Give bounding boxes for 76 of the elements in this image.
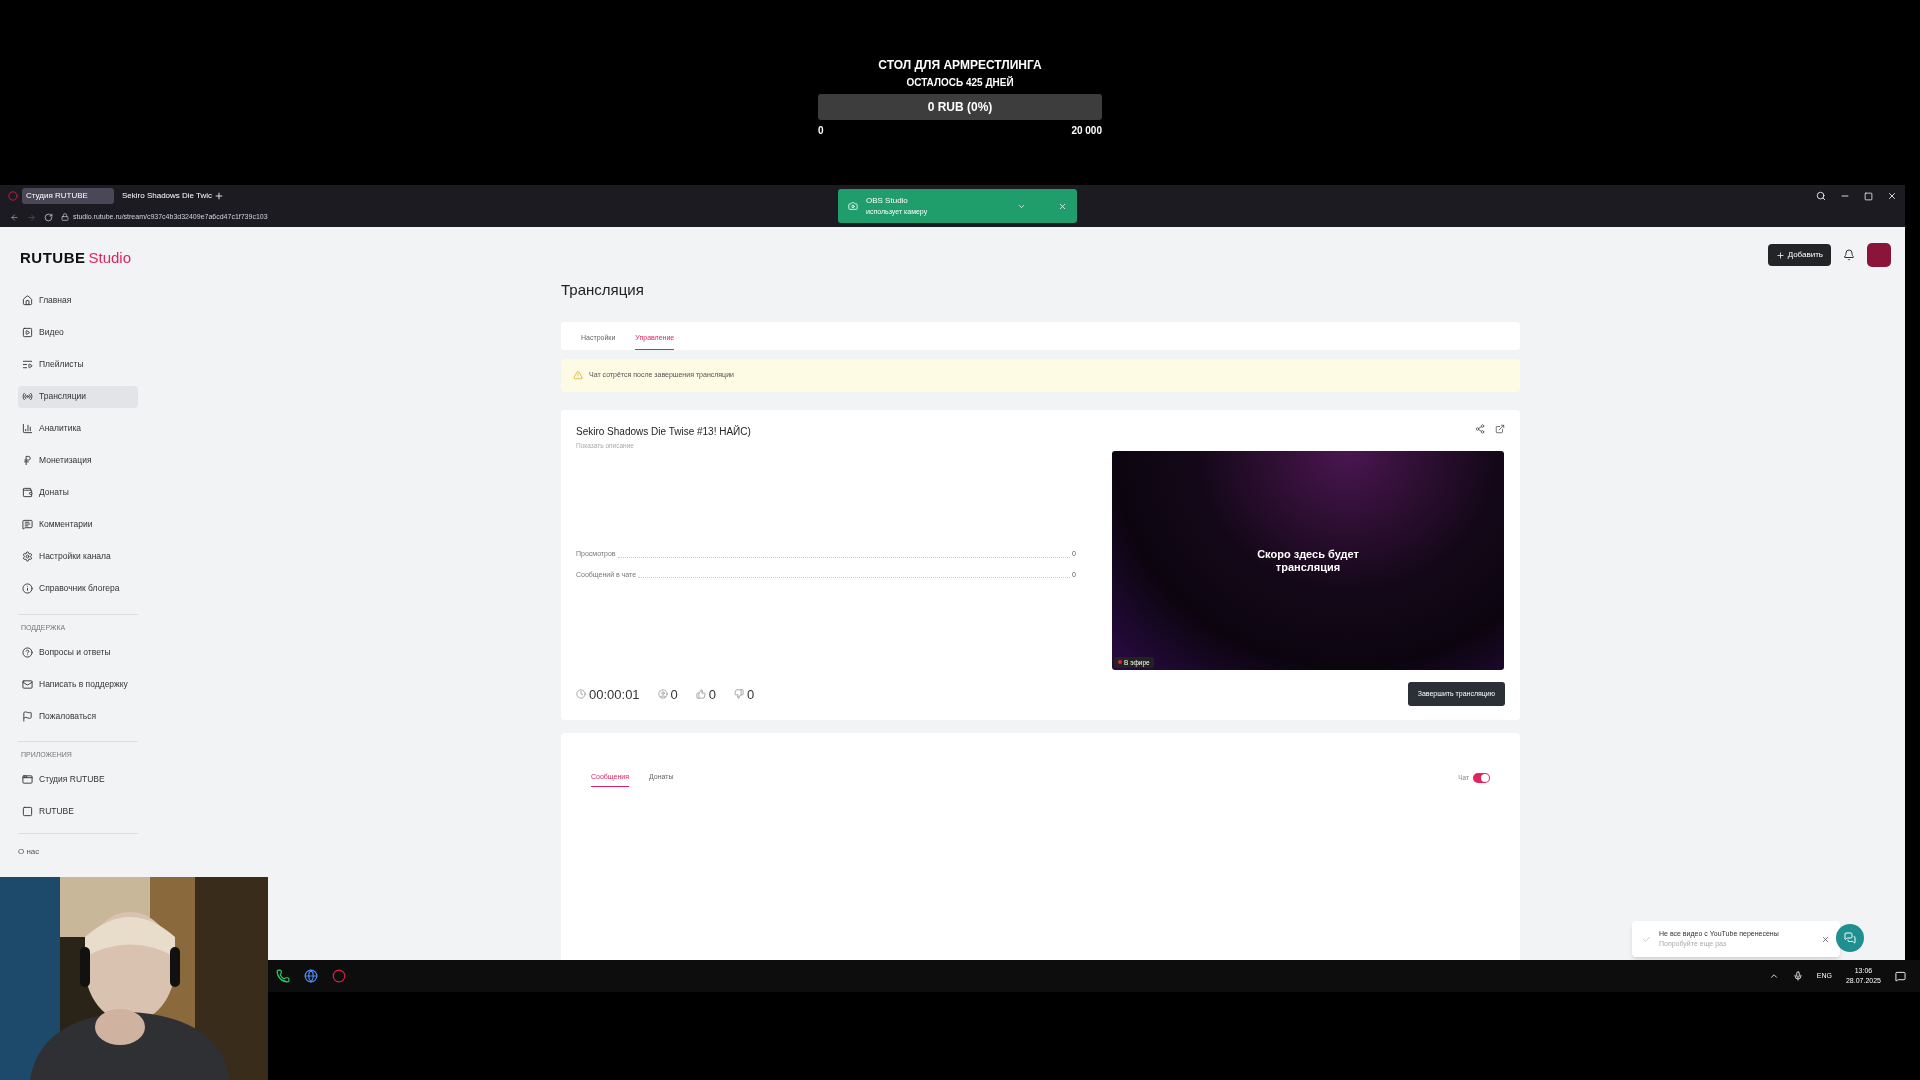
sidebar-item[interactable]: Аналитика	[18, 417, 138, 440]
plus-icon	[1775, 250, 1785, 260]
nav-icon	[22, 774, 33, 785]
nav-icon	[22, 583, 33, 594]
metric-value: 0	[747, 685, 755, 704]
notifications-icon[interactable]	[1895, 970, 1906, 982]
add-button[interactable]: Добавить	[1767, 244, 1831, 266]
nav-icon	[22, 519, 33, 530]
sidebar-item[interactable]: Трансляции	[18, 385, 138, 408]
chat-icon	[1844, 932, 1856, 944]
nav-icon	[22, 423, 33, 434]
new-tab-icon[interactable]	[214, 191, 224, 201]
maximize-icon[interactable]	[1864, 191, 1873, 201]
sidebar-item[interactable]: Настройки канала	[18, 545, 138, 568]
clock-icon	[576, 689, 586, 700]
nav-icon	[22, 806, 33, 817]
messenger-icon[interactable]	[276, 969, 290, 983]
preview-text: Скоро здесь будет трансляция	[1256, 547, 1360, 574]
external-link-icon[interactable]	[1495, 423, 1505, 434]
nav-icon	[22, 710, 33, 722]
goal-title: СТОЛ ДЛЯ АРМРЕСТЛИНГА	[878, 57, 1042, 74]
close-icon[interactable]	[1887, 191, 1897, 201]
nav-icon	[22, 487, 33, 498]
check-icon	[1642, 934, 1651, 944]
avatar[interactable]	[1867, 243, 1891, 267]
microphone-icon[interactable]	[1792, 971, 1803, 981]
goal-subtitle: ОСТАЛОСЬ 425 ДНЕЙ	[906, 75, 1014, 90]
sidebar-item[interactable]: Справочник блогера	[18, 577, 138, 600]
nav-icon	[22, 391, 33, 402]
logo-studio[interactable]: Studio	[88, 247, 132, 270]
about-link[interactable]: О нас	[18, 846, 40, 856]
logo-wordmark[interactable]: RUTUBE	[20, 247, 86, 270]
browser-tab[interactable]: Sekiro Shadows Die Twic	[118, 188, 210, 204]
nav-icon	[22, 455, 33, 466]
sidebar-item[interactable]: Студия RUTUBE	[18, 768, 138, 791]
browser-icon[interactable]	[332, 969, 346, 983]
thumbs-down-icon	[734, 689, 745, 700]
nav-icon	[22, 551, 33, 562]
sidebar-item[interactable]: Видео	[18, 321, 138, 344]
metric-value: 00:00:01	[589, 685, 640, 704]
nav-icon	[22, 327, 33, 338]
sidebar-item[interactable]: Плейлисты	[18, 353, 138, 376]
chat-toggle[interactable]	[1473, 772, 1490, 783]
metric-value: 0	[670, 685, 678, 704]
reload-icon[interactable]	[44, 212, 53, 222]
thumbs-up-icon	[695, 689, 706, 700]
sidebar-item[interactable]: Главная	[18, 289, 138, 312]
goal-max: 20 000	[1071, 124, 1102, 138]
sidebar-item[interactable]: Монетизация	[18, 449, 138, 472]
page-title: Трансляция	[561, 280, 645, 300]
sidebar-item[interactable]: Написать в поддержку	[18, 673, 138, 695]
sidebar-item[interactable]: Пожаловаться	[18, 705, 138, 727]
nav-icon	[22, 295, 33, 306]
share-icon[interactable]	[1475, 423, 1485, 434]
notification-title: OBS Studio	[866, 194, 909, 207]
nav-icon	[22, 359, 33, 370]
back-icon[interactable]	[10, 212, 19, 222]
metric-value: 0	[708, 685, 717, 704]
browser-tab[interactable]: Студия RUTUBE	[22, 188, 114, 204]
sidebar-item[interactable]: Донаты	[18, 481, 138, 504]
camera-icon	[848, 201, 858, 211]
browser-icon[interactable]	[304, 969, 318, 983]
sidebar-item[interactable]: RUTUBE	[18, 800, 138, 823]
search-icon[interactable]	[1816, 191, 1826, 201]
user-icon	[657, 689, 668, 700]
lock-icon	[61, 213, 69, 221]
nav-icon	[22, 678, 33, 690]
support-chat-button[interactable]	[1836, 924, 1864, 952]
nav-icon	[22, 646, 33, 658]
sidebar-item[interactable]: Вопросы и ответы	[18, 641, 138, 663]
stream-title: Sekiro Shadows Die Twise #13! НАЙС)	[576, 424, 751, 439]
goal-amount: 0 RUB (0%)	[927, 99, 993, 116]
notification-bell-icon[interactable]	[1843, 249, 1855, 261]
goal-min: 0	[818, 124, 824, 138]
warning-icon	[573, 370, 583, 380]
sidebar-item[interactable]: Комментарии	[18, 513, 138, 536]
